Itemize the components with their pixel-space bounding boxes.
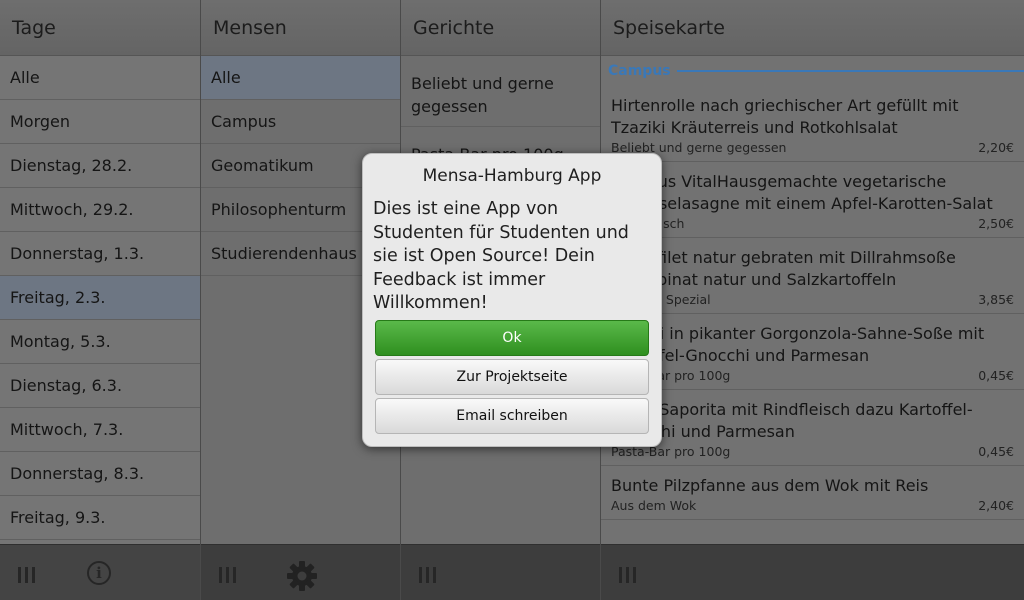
menu-item-title: Hirtenrolle nach griechischer Art gefüll… — [611, 96, 959, 137]
day-item[interactable]: Alle — [0, 56, 200, 100]
menu-item-category: Aus dem Wok — [611, 498, 697, 513]
dishes-footer — [401, 544, 600, 600]
menu-item[interactable]: Campus VitalHausgemachte vegetarische Ge… — [601, 162, 1024, 238]
day-item[interactable]: Mittwoch, 7.3. — [0, 408, 200, 452]
menu-item[interactable]: Ravioli in pikanter Gorgonzola-Sahne-Soß… — [601, 314, 1024, 390]
menu-item-title: Lachsfilet natur gebraten mit Dillrahmso… — [611, 248, 956, 289]
cafeterias-header: Mensen — [201, 0, 400, 56]
menu-item[interactable]: Hirtenrolle nach griechischer Art gefüll… — [601, 86, 1024, 162]
info-icon[interactable]: i — [87, 561, 111, 585]
menu-footer — [601, 544, 1024, 600]
day-item[interactable]: Morgen — [0, 100, 200, 144]
cafeteria-item[interactable]: Campus — [201, 100, 400, 144]
menu-item-title: Bunte Pilzpfanne aus dem Wok mit Reis — [611, 476, 929, 495]
day-item[interactable]: Mittwoch, 29.2. — [0, 188, 200, 232]
menu-item[interactable]: Bunte Pilzpfanne aus dem Wok mit Reis Au… — [601, 466, 1024, 520]
menu-item-title: Campus VitalHausgemachte vegetarische Ge… — [611, 172, 993, 213]
menu-header: Speisekarte — [601, 0, 1024, 56]
gear-icon[interactable] — [285, 559, 319, 593]
menu-item-price: 2,50€ — [978, 216, 1014, 231]
day-item[interactable]: Donnerstag, 8.3. — [0, 452, 200, 496]
email-button[interactable]: Email schreiben — [375, 398, 649, 434]
menu-item-price: 2,20€ — [978, 140, 1014, 155]
menu-item-title: Pasta Saporita mit Rindfleisch dazu Kart… — [611, 400, 973, 441]
cafeterias-footer — [201, 544, 400, 600]
dish-category-item[interactable]: Beliebt und gerne gegessen — [401, 56, 600, 127]
days-header: Tage — [0, 0, 200, 56]
day-item[interactable]: Donnerstag, 1.3. — [0, 232, 200, 276]
about-dialog: Mensa-Hamburg App Dies ist eine App von … — [362, 153, 662, 447]
section-divider: Campus — [601, 56, 1024, 86]
day-item[interactable]: Montag, 5.3. — [0, 320, 200, 364]
day-item-selected[interactable]: Freitag, 2.3. — [0, 276, 200, 320]
menu-item[interactable]: Lachsfilet natur gebraten mit Dillrahmso… — [601, 238, 1024, 314]
bars-icon[interactable] — [419, 567, 437, 583]
menu-item-price: 0,45€ — [978, 444, 1014, 459]
days-column: Tage Alle Morgen Dienstag, 28.2. Mittwoc… — [0, 0, 200, 600]
day-item[interactable]: Dienstag, 6.3. — [0, 364, 200, 408]
menu-item-title: Ravioli in pikanter Gorgonzola-Sahne-Soß… — [611, 324, 985, 365]
bars-icon[interactable] — [619, 567, 637, 583]
cafeteria-item-selected[interactable]: Alle — [201, 56, 400, 100]
section-label: Campus — [608, 63, 671, 79]
dialog-title: Mensa-Hamburg App — [422, 166, 602, 186]
day-item[interactable]: Dienstag, 28.2. — [0, 144, 200, 188]
menu-item-price: 2,40€ — [978, 498, 1014, 513]
bars-icon[interactable] — [18, 567, 36, 583]
menu-column: Speisekarte Campus Hirtenrolle nach grie… — [600, 0, 1024, 600]
days-footer: i — [0, 544, 200, 600]
bars-icon[interactable] — [219, 567, 237, 583]
dishes-header: Gerichte — [401, 0, 600, 56]
project-page-button[interactable]: Zur Projektseite — [375, 359, 649, 395]
ok-button[interactable]: Ok — [375, 320, 649, 356]
menu-item-price: 0,45€ — [978, 368, 1014, 383]
menu-item-price: 3,85€ — [978, 292, 1014, 307]
day-item[interactable]: Freitag, 9.3. — [0, 496, 200, 540]
section-line — [676, 70, 1024, 72]
menu-item[interactable]: Pasta Saporita mit Rindfleisch dazu Kart… — [601, 390, 1024, 466]
